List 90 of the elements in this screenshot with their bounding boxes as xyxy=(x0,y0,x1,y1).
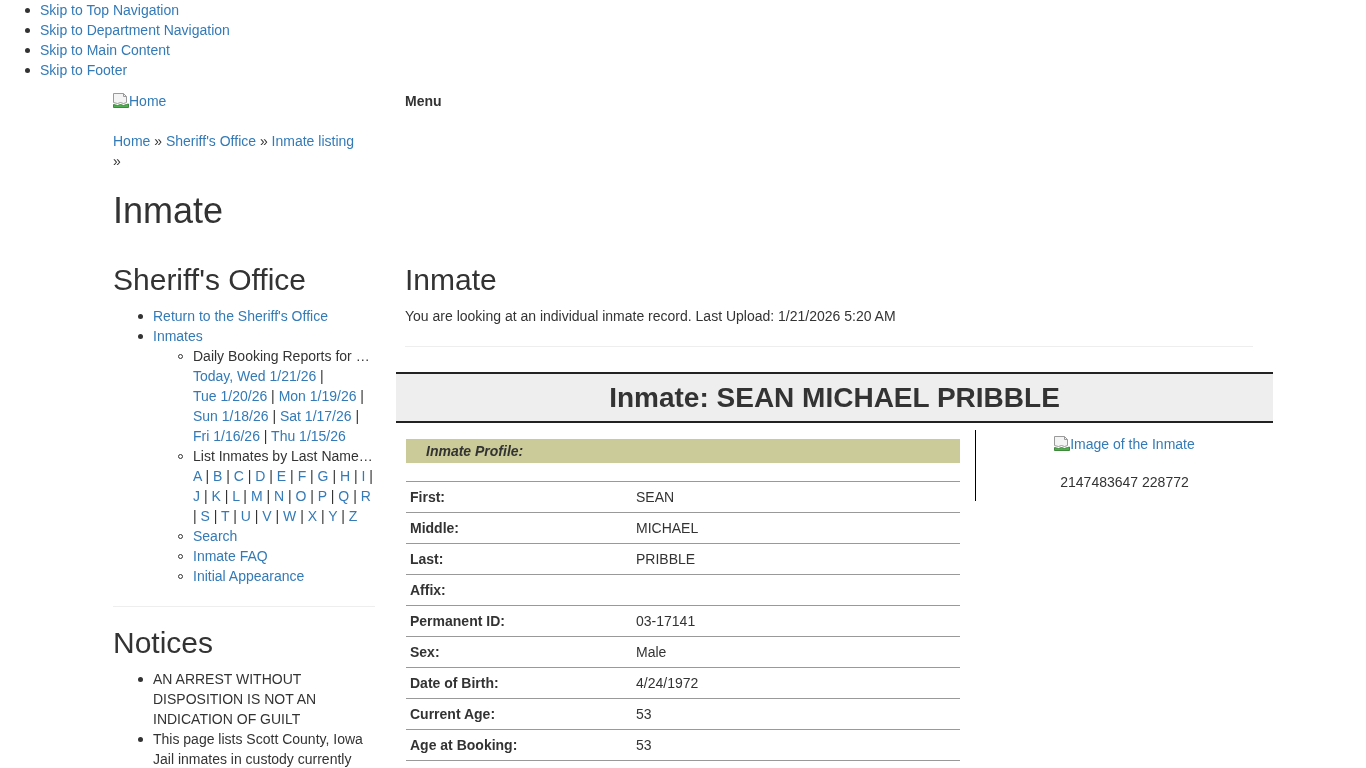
field-value: PRIBBLE xyxy=(632,543,960,575)
breadcrumb-link[interactable]: Home xyxy=(113,133,151,149)
breadcrumb-link[interactable]: Inmate listing xyxy=(271,133,355,149)
field-label: Age at Booking: xyxy=(406,729,632,761)
field-label: Middle: xyxy=(406,512,632,544)
profile-heading: Inmate Profile: xyxy=(406,439,960,463)
link[interactable]: T xyxy=(221,508,230,524)
bullet-icon xyxy=(25,47,30,53)
nav-link[interactable]: Return to the Sheriff's Office xyxy=(153,308,328,324)
link[interactable]: M xyxy=(250,488,263,504)
link[interactable]: P xyxy=(317,488,327,504)
breadcrumb: Home » Sheriff's Office » Inmate listing » xyxy=(113,132,356,171)
link[interactable]: B xyxy=(213,468,223,484)
link[interactable]: Z xyxy=(348,508,358,524)
field-value: 03-17141 xyxy=(632,605,960,637)
notice-text: AN ARREST WITHOUT DISPOSITION IS NOT AN INDICATION OF GUILT xyxy=(153,671,317,727)
link[interactable]: J xyxy=(193,488,200,504)
field-value: 53 xyxy=(632,698,960,730)
link[interactable]: E xyxy=(276,468,287,484)
nav-link[interactable]: Initial Appearance xyxy=(193,568,305,584)
nav-group-label: List Inmates by Last Name… xyxy=(193,448,373,464)
skip-link[interactable]: Skip to Top Navigation xyxy=(40,2,180,18)
nav-link[interactable]: Inmate FAQ xyxy=(193,548,268,564)
bullet-icon xyxy=(138,736,143,742)
link[interactable]: Y xyxy=(328,508,338,524)
link[interactable]: K xyxy=(211,488,221,504)
link[interactable]: Q xyxy=(338,488,350,504)
bullet-icon xyxy=(138,676,143,682)
inmate-name-banner: Inmate: SEAN MICHAEL PRIBBLE xyxy=(396,372,1273,423)
section-title: Inmate xyxy=(405,263,498,296)
link[interactable]: F xyxy=(297,468,307,484)
link[interactable]: X xyxy=(307,508,318,524)
skip-link[interactable]: Skip to Department Navigation xyxy=(40,22,230,38)
bullet-icon xyxy=(25,7,30,13)
field-label: First: xyxy=(406,481,632,513)
bullet-icon xyxy=(138,333,143,339)
inmate-image-link[interactable]: Image of the Inmate xyxy=(1054,434,1195,454)
link[interactable]: A xyxy=(193,468,202,484)
link[interactable]: H xyxy=(339,468,351,484)
link[interactable]: Sun 1/18/26 xyxy=(193,408,269,424)
page-title: Inmate xyxy=(113,191,225,231)
skip-link[interactable]: Skip to Main Content xyxy=(40,42,170,58)
home-logo-link[interactable]: Home xyxy=(113,91,167,111)
field-value: MICHAEL xyxy=(632,512,960,544)
field-label: Last: xyxy=(406,543,632,575)
nav-link[interactable]: Inmates xyxy=(153,328,203,344)
broken-image-icon xyxy=(1054,436,1071,452)
link[interactable]: Thu 1/15/26 xyxy=(271,428,346,444)
bullet-icon xyxy=(25,67,30,73)
link[interactable]: Fri 1/16/26 xyxy=(193,428,260,444)
link[interactable]: C xyxy=(233,468,244,484)
link[interactable]: V xyxy=(262,508,272,524)
field-label: Date of Birth: xyxy=(406,667,632,699)
bullet-icon xyxy=(138,313,143,319)
link[interactable]: W xyxy=(283,508,297,524)
link[interactable]: S xyxy=(200,508,210,524)
link[interactable]: G xyxy=(317,468,329,484)
field-value: 4/24/1972 xyxy=(632,667,960,699)
field-label: Affix: xyxy=(406,574,632,606)
link[interactable]: Sat 1/17/26 xyxy=(279,408,352,424)
field-value: SEAN xyxy=(632,481,960,513)
skip-link[interactable]: Skip to Footer xyxy=(40,62,128,78)
link[interactable]: O xyxy=(295,488,307,504)
broken-image-icon xyxy=(113,93,129,109)
link[interactable]: Tue 1/20/26 xyxy=(193,388,268,404)
link[interactable]: Mon 1/19/26 xyxy=(278,388,357,404)
link[interactable]: Today, Wed 1/21/26 xyxy=(193,368,317,384)
field-label: Permanent ID: xyxy=(406,605,632,637)
link[interactable]: N xyxy=(274,488,285,504)
bullet-icon xyxy=(25,27,30,33)
field-value: Male xyxy=(632,636,960,668)
field-label: Sex: xyxy=(406,636,632,668)
breadcrumb-link[interactable]: Sheriff's Office xyxy=(165,133,257,149)
intro-text: You are looking at an individual inmate record. Last Upload: 1/21/2026 5:20 AM xyxy=(405,307,897,326)
field-label: Current Age: xyxy=(406,698,632,730)
link[interactable]: U xyxy=(240,508,251,524)
link-index: A | B | C | D | E | F | G | H | I | J | K | L | M | N | O | P | Q | R | S | T | U | V | W | X | Y | Z xyxy=(193,467,374,526)
image-caption: 2147483647 228772 xyxy=(1059,473,1190,492)
nav-group-label: Daily Booking Reports for … xyxy=(193,348,370,364)
link[interactable]: L xyxy=(232,488,240,504)
link[interactable]: D xyxy=(255,468,266,484)
link-index: Today, Wed 1/21/26 | Tue 1/20/26 | Mon 1/19/26 | Sun 1/18/26 | Sat 1/17/26 | Fri 1/16/26 | Thu 1/15/26 xyxy=(193,367,365,446)
nav-link[interactable]: Search xyxy=(193,528,238,544)
section-title-link[interactable]: Sheriff's Office xyxy=(113,263,307,296)
menu-button[interactable]: Menu xyxy=(405,91,442,111)
notice-text: This page lists Scott County, Iowa Jail inmates in custody currently xyxy=(153,731,363,767)
link[interactable]: I xyxy=(361,468,366,484)
link[interactable]: R xyxy=(360,488,371,504)
field-value: 53 xyxy=(632,729,960,761)
section-title: Notices xyxy=(113,626,215,659)
